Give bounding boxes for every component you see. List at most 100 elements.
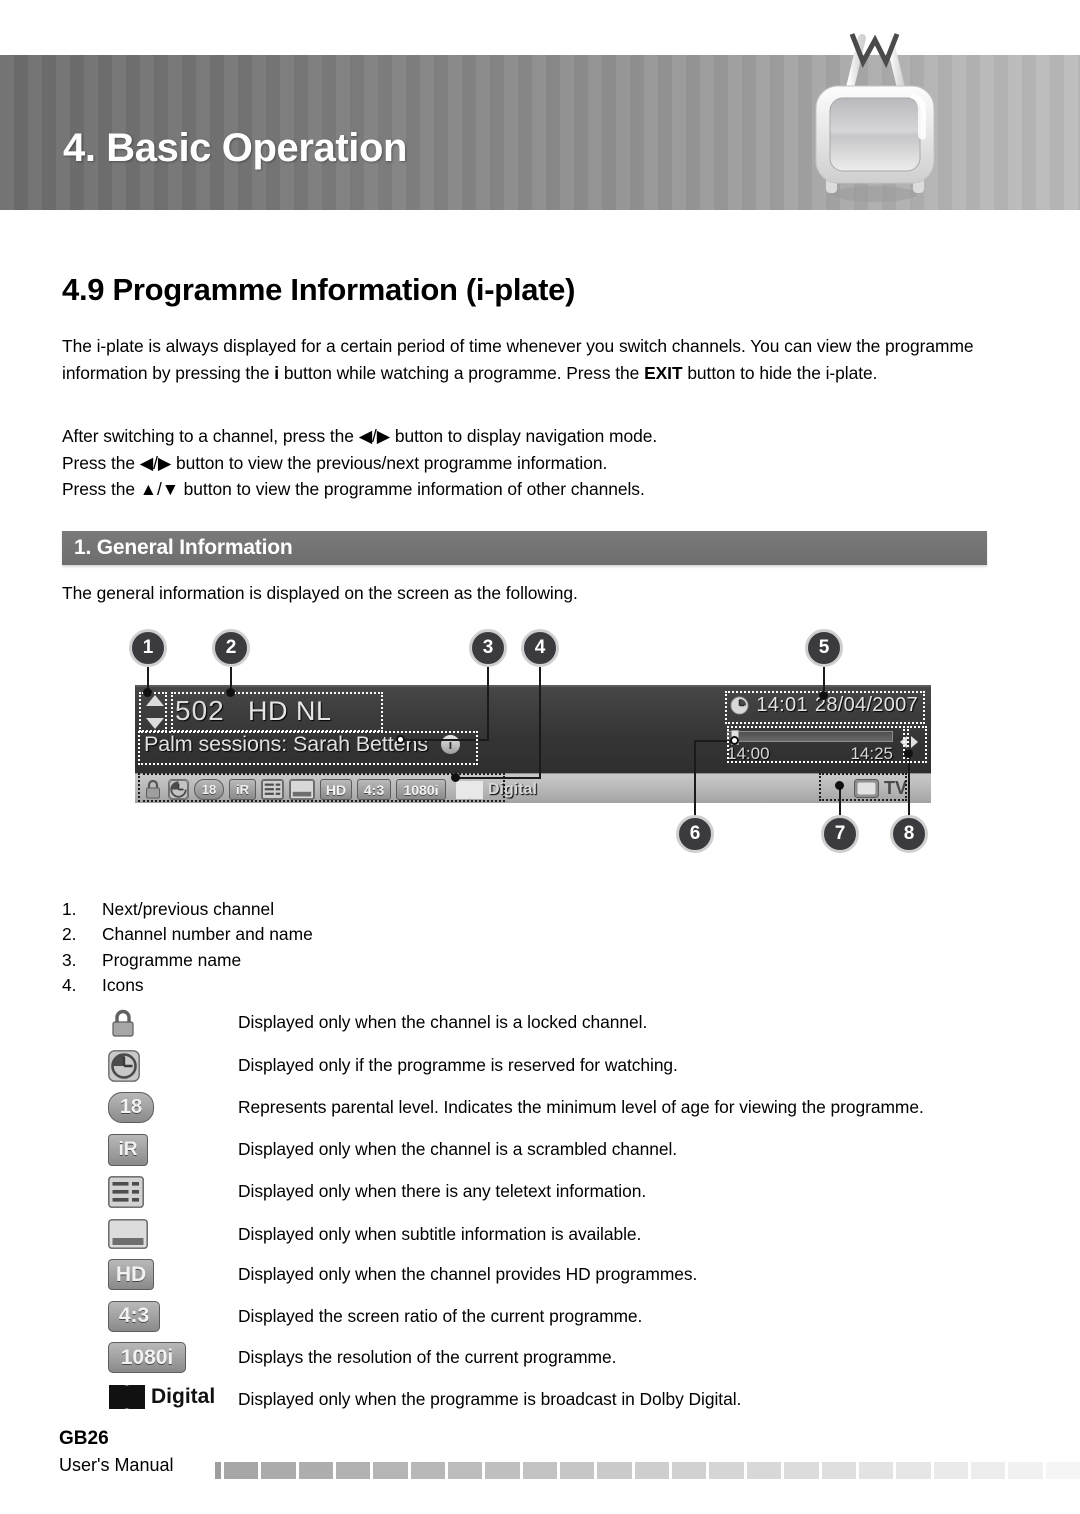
aspect-ratio-label: 4:3 [108, 1300, 160, 1332]
subtitle-icon [100, 1218, 238, 1249]
leader-dot-5 [819, 691, 828, 700]
lock-icon [143, 779, 163, 800]
footer-segment [560, 1462, 595, 1479]
footer-segment [821, 1462, 856, 1479]
parental-18-icon: 18 [100, 1092, 238, 1123]
iplate-icon-strip: 18 iR HD 4:3 1080i Digital [143, 779, 537, 800]
leader-line-3 [487, 667, 489, 739]
footer-segment [298, 1462, 334, 1479]
tv-mode-label: TV [883, 778, 907, 798]
leader-dot-8 [904, 749, 913, 758]
legend-row: 1080i Displays the resolution of the cur… [100, 1342, 1000, 1373]
list-item: 2. Channel number and name [62, 922, 313, 947]
callout-7: 7 [821, 815, 859, 853]
parental-18-label: 18 [108, 1092, 154, 1123]
channel-number: 502 [175, 695, 225, 726]
footer-segment [933, 1462, 968, 1479]
hd-icon: HD [100, 1259, 238, 1290]
dolby-digital-icon: Digital [100, 1384, 238, 1410]
manual-label: User's Manual [59, 1455, 174, 1475]
list-number: 4. [62, 975, 77, 996]
intro-text-c: button to hide the i-plate. [682, 362, 878, 383]
footer-segment [970, 1462, 1006, 1479]
footer-segment [896, 1462, 931, 1479]
list-label: Next/previous channel [102, 899, 275, 919]
teletext-icon [261, 779, 284, 800]
hd-label: HD [108, 1259, 154, 1290]
footer-segment [261, 1462, 296, 1479]
list-item: 4. Icons [62, 973, 313, 998]
programme-progress[interactable]: 14:00 14:25 [727, 730, 893, 764]
lock-icon [100, 1007, 238, 1039]
leader-dot-2 [226, 688, 235, 697]
dolby-digital-icon: Digital [455, 780, 537, 800]
legend-description: Displayed the screen ratio of the curren… [238, 1305, 643, 1326]
legend-row: Displayed only when subtitle information… [100, 1218, 1000, 1249]
callout-1: 1 [129, 629, 167, 667]
subtitle-icon [289, 779, 315, 800]
programme-name-row: Palm sessions: Sarah Bettens i [144, 732, 460, 757]
exit-button-emphasis: EXIT [644, 362, 683, 383]
tv-screen-icon [853, 779, 879, 798]
page-number: GB26 [59, 1428, 109, 1449]
leader-line-4-h [455, 777, 541, 779]
leader-dot-3 [396, 735, 405, 744]
aspect-ratio-icon: 4:3 [100, 1300, 238, 1332]
legend-row: iR Displayed only when the channel is a … [100, 1133, 1000, 1166]
down-arrow-icon [146, 718, 164, 729]
progress-end-time: 14:25 [850, 744, 893, 763]
scrambled-ir-icon: iR [229, 779, 256, 800]
list-number: 3. [62, 949, 77, 970]
progress-time-labels: 14:00 14:25 [727, 744, 893, 764]
iplate-graphic: 502 HD NL Palm sessions: Sarah Bettens i… [135, 685, 931, 803]
footer-segment [336, 1462, 371, 1479]
legend-row: Displayed only when the channel is a loc… [100, 1007, 1000, 1039]
leader-dot-4 [451, 773, 460, 782]
resolution-1080i-icon: 1080i [396, 779, 446, 800]
parental-18-icon: 18 [194, 779, 224, 800]
aspect-ratio-icon: 4:3 [357, 779, 391, 800]
progress-track[interactable] [727, 730, 893, 745]
list-item: 1. Next/previous channel [62, 897, 313, 922]
footer-segment [485, 1462, 520, 1479]
tv-mode-indicator: TV [853, 778, 907, 799]
leader-line-6 [694, 740, 696, 817]
legend-description: Displayed only when subtitle information… [238, 1223, 642, 1244]
footer-gradient-bar [215, 1462, 1080, 1479]
clock-reserve-icon [168, 779, 189, 800]
footer-segment [373, 1462, 408, 1479]
footer-segment [634, 1462, 670, 1479]
leader-dot-6 [730, 736, 739, 745]
footer-segment [1045, 1462, 1080, 1479]
footer-segment [784, 1462, 819, 1479]
list-item: 3. Programme name [62, 948, 313, 973]
legend-description: Displayed only when the channel is a scr… [238, 1138, 678, 1159]
legend-row: Digital Displayed only when the programm… [100, 1384, 1000, 1412]
navigation-line-1: After switching to a channel, press the … [62, 426, 658, 446]
up-down-arrows-icon[interactable] [144, 695, 166, 729]
callout-4: 4 [521, 629, 559, 667]
legend-row: 4:3 Displayed the screen ratio of the cu… [100, 1300, 1000, 1332]
intro-paragraph: The i-plate is always displayed for a ce… [62, 333, 992, 386]
clock-reserve-icon [100, 1049, 238, 1082]
legend-description: Displayed only when the channel provides… [238, 1264, 698, 1284]
leader-dot-1 [143, 688, 152, 697]
legend-description: Represents parental level. Indicates the… [238, 1097, 924, 1117]
footer-segment [746, 1462, 782, 1479]
legend-description: Displays the resolution of the current p… [238, 1347, 617, 1367]
footer-segment [448, 1462, 483, 1479]
list-label: Programme name [102, 949, 242, 970]
section-heading: 4.9 Programme Information (i-plate) [62, 272, 576, 307]
legend-description: Displayed only when the channel is a loc… [238, 1012, 648, 1032]
info-badge-icon[interactable]: i [440, 735, 460, 754]
tv-set-icon [800, 18, 950, 208]
legend-row: Displayed only if the programme is reser… [100, 1049, 1000, 1082]
progress-start-time: 14:00 [727, 744, 770, 763]
scrambled-ir-icon: iR [100, 1133, 238, 1166]
leader-line-3-h [400, 739, 489, 741]
navigation-paragraph: After switching to a channel, press the … [62, 423, 942, 503]
legend-description: Displayed only when the programme is bro… [238, 1388, 742, 1409]
clock-time: 14:01 [756, 694, 808, 716]
channel-name: HD NL [248, 696, 332, 726]
callout-6: 6 [676, 815, 714, 853]
